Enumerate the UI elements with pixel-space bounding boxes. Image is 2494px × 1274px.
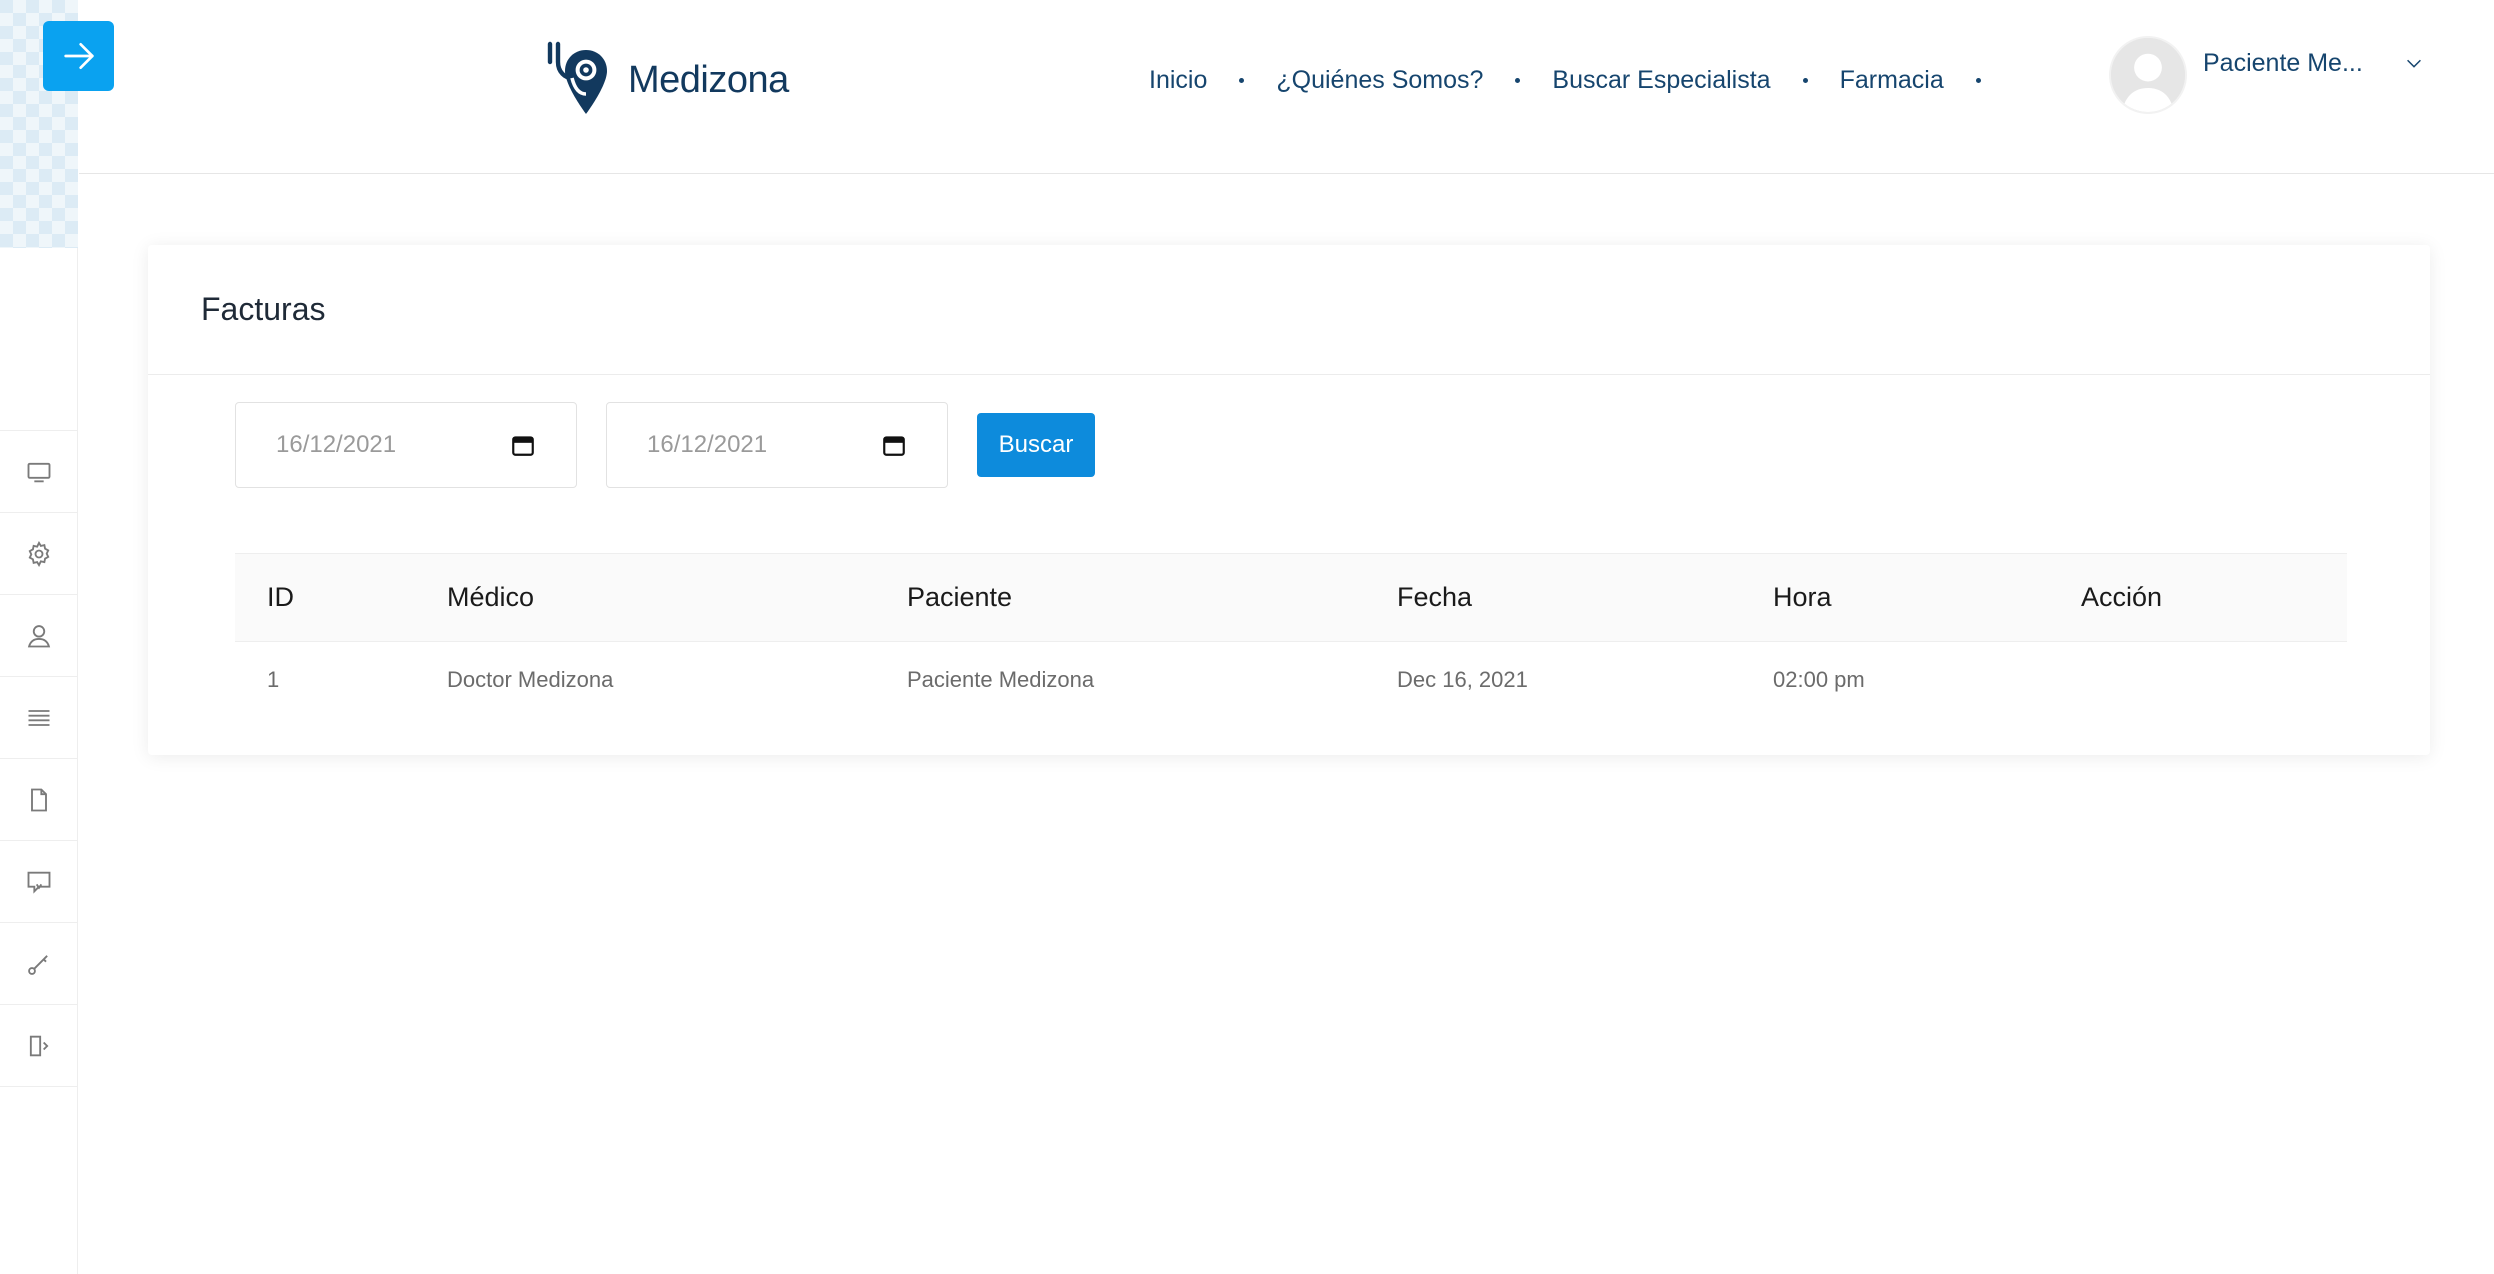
sidebar-item-invoices[interactable] [0, 759, 78, 841]
logo-pin-stethoscope-icon [547, 41, 607, 114]
user-avatar-icon [2111, 38, 2185, 112]
column-header-medico[interactable]: Médico [415, 554, 875, 642]
key-icon [28, 954, 48, 975]
column-header-paciente[interactable]: Paciente [875, 554, 1365, 642]
invoices-card: Facturas 16/12/2021 16/12/2021 Buscar ID… [148, 245, 2430, 755]
logo-text: Medizona [628, 58, 789, 101]
sidebar-item-settings[interactable] [0, 513, 78, 595]
sidebar-item-list[interactable] [0, 677, 78, 759]
top-header: Medizona Inicio ¿Quiénes Somos? Buscar E… [79, 0, 2494, 174]
calendar-icon[interactable] [510, 432, 536, 458]
column-header-hora[interactable]: Hora [1741, 554, 2049, 642]
nav-farmacia[interactable]: Farmacia [1840, 66, 1944, 95]
cell-accion [2049, 642, 2347, 718]
invoices-table: ID Médico Paciente Fecha Hora Acción 1 D… [235, 553, 2347, 718]
page-title: Facturas [201, 291, 326, 327]
cell-id: 1 [267, 666, 280, 692]
cell-fecha: Dec 16, 2021 [1397, 666, 1528, 692]
arrow-right-icon [63, 43, 94, 69]
monitor-icon [27, 462, 51, 482]
sidebar-nav [0, 430, 78, 1087]
column-header-id[interactable]: ID [235, 554, 415, 642]
sidebar-item-dashboard[interactable] [0, 431, 78, 513]
calendar-icon[interactable] [881, 432, 907, 458]
sidebar-item-messages[interactable] [0, 841, 78, 923]
column-header-fecha[interactable]: Fecha [1365, 554, 1741, 642]
card-header: Facturas [148, 245, 2430, 375]
date-filters: 16/12/2021 16/12/2021 Buscar [235, 402, 1095, 488]
file-icon [31, 788, 47, 811]
sidebar-toggle-button[interactable] [43, 21, 114, 91]
user-name: Paciente Me... [2203, 48, 2363, 77]
nav-buscar-especialista[interactable]: Buscar Especialista [1552, 66, 1770, 95]
date-from-input[interactable]: 16/12/2021 [235, 402, 577, 488]
nav-separator [1239, 77, 1245, 83]
sidebar-item-password[interactable] [0, 923, 78, 1005]
search-button[interactable]: Buscar [977, 413, 1095, 477]
gear-icon [28, 540, 50, 567]
nav-inicio[interactable]: Inicio [1149, 66, 1207, 95]
date-to-value: 16/12/2021 [647, 431, 768, 458]
logout-icon [29, 1035, 49, 1056]
logo[interactable]: Medizona [544, 38, 789, 122]
chat-icon [27, 871, 51, 894]
nav-separator [1975, 77, 1981, 83]
nav-separator [1802, 77, 1808, 83]
table-header-row: ID Médico Paciente Fecha Hora Acción [235, 553, 2347, 642]
cell-hora: 02:00 pm [1773, 666, 1865, 692]
column-header-accion: Acción [2081, 582, 2163, 612]
date-to-input[interactable]: 16/12/2021 [606, 402, 948, 488]
avatar [2109, 36, 2187, 114]
user-icon [27, 624, 51, 647]
chevron-down-icon [2406, 59, 2421, 68]
nav-separator [1515, 77, 1521, 83]
main-nav: Inicio ¿Quiénes Somos? Buscar Especialis… [1149, 58, 2013, 102]
user-menu[interactable]: Paciente Me... [2109, 36, 2425, 114]
sidebar [0, 0, 78, 1274]
list-icon [28, 709, 50, 726]
sidebar-item-profile[interactable] [0, 595, 78, 677]
date-from-value: 16/12/2021 [276, 431, 397, 458]
sidebar-item-logout[interactable] [0, 1005, 78, 1087]
cell-medico: Doctor Medizona [447, 666, 614, 692]
table-row: 1 Doctor Medizona Paciente Medizona Dec … [235, 642, 2347, 718]
cell-paciente: Paciente Medizona [907, 666, 1095, 692]
nav-quienes-somos[interactable]: ¿Quiénes Somos? [1276, 66, 1483, 95]
